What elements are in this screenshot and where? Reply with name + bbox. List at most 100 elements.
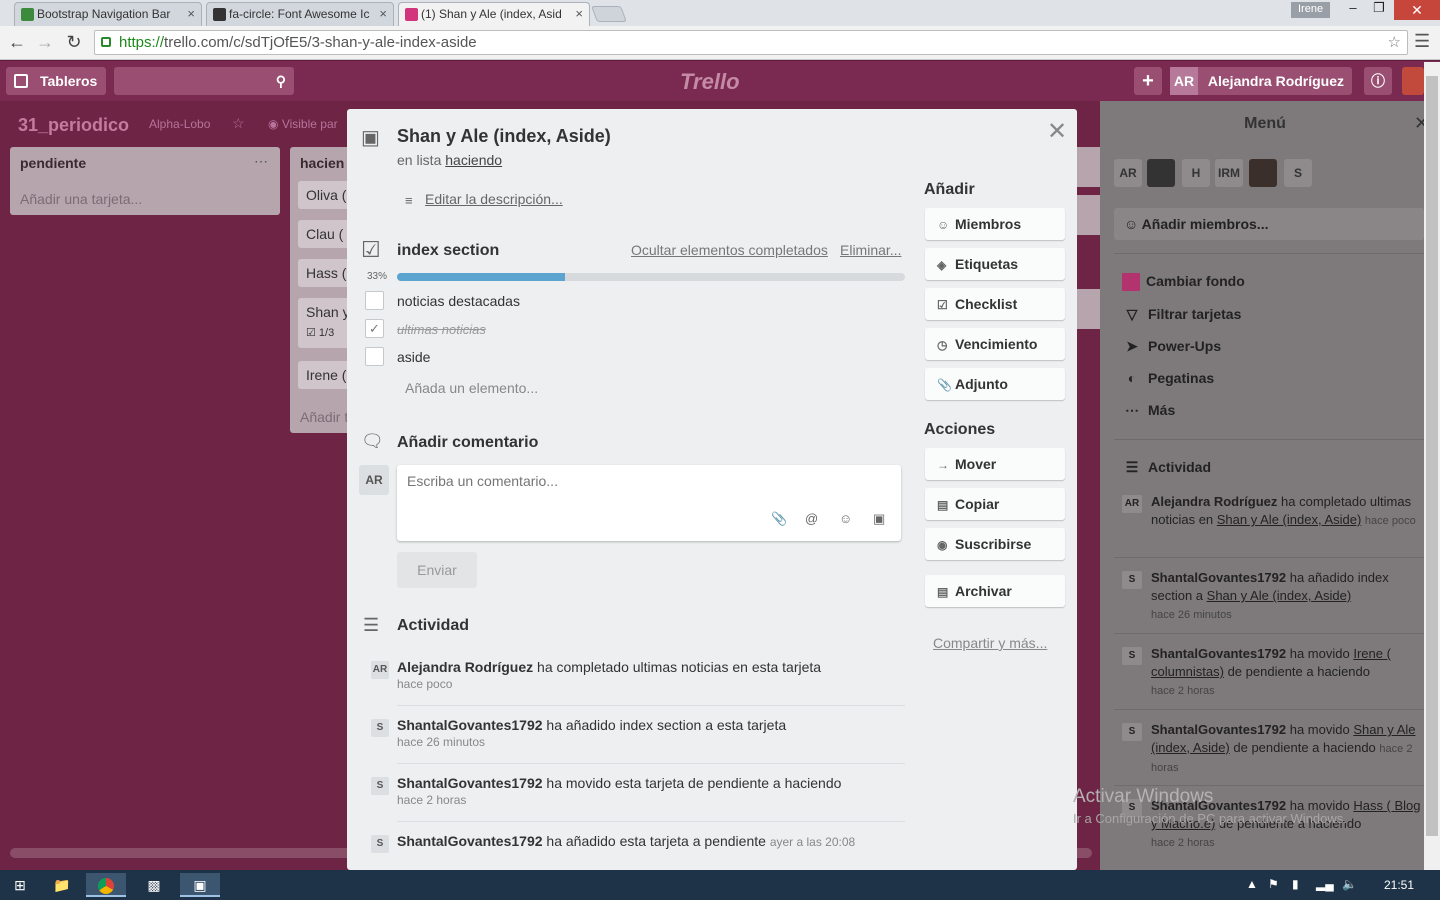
boards-button[interactable]: Tableros bbox=[6, 67, 106, 95]
member-avatar[interactable]: S bbox=[1284, 159, 1312, 187]
activity-entry: S ShantalGovantes1792 ha añadido index s… bbox=[1122, 569, 1422, 624]
minimize-button[interactable]: – bbox=[1340, 0, 1366, 20]
copy-button[interactable]: ▤ Copiar bbox=[925, 488, 1065, 520]
members-button[interactable]: ☺ Miembros bbox=[925, 208, 1065, 240]
user-menu-button[interactable]: AR Alejandra Rodríguez bbox=[1170, 67, 1352, 95]
windows-activation-note: Ir a Configuración de PC para activar Wi… bbox=[1073, 811, 1347, 826]
tray-expand-icon[interactable]: ▲ bbox=[1246, 877, 1258, 891]
tab-favicon bbox=[405, 8, 418, 21]
menu-power-ups[interactable]: ➤ Power-Ups bbox=[1122, 338, 1221, 355]
page-scrollbar[interactable] bbox=[1424, 62, 1440, 870]
tab-close-icon[interactable]: × bbox=[187, 6, 195, 21]
add-card-link[interactable]: Añadir t bbox=[300, 409, 348, 425]
comment-input[interactable] bbox=[407, 473, 887, 489]
checkbox-checked[interactable]: ✓ bbox=[365, 319, 384, 338]
forward-icon[interactable]: → bbox=[33, 30, 57, 54]
window-close-button[interactable]: ✕ bbox=[1394, 0, 1440, 20]
subscribe-button[interactable]: ◉ Suscribirse bbox=[925, 528, 1065, 560]
checkbox-unchecked[interactable] bbox=[365, 291, 384, 310]
archive-button[interactable]: ▤ Archivar bbox=[925, 575, 1065, 607]
hide-completed-link[interactable]: Ocultar elementos completados bbox=[631, 242, 828, 258]
filter-icon: ▽ bbox=[1126, 306, 1138, 322]
menu-change-background[interactable]: Cambiar fondo bbox=[1122, 273, 1245, 292]
browser-tab-3-active[interactable]: (1) Shan y Ale (index, Asid × bbox=[398, 2, 590, 26]
app-icon[interactable]: ▩ bbox=[134, 873, 174, 897]
info-icon[interactable]: ⓘ bbox=[1364, 67, 1392, 95]
labels-button[interactable]: ◈ Etiquetas bbox=[925, 248, 1065, 280]
volume-icon[interactable]: 🔈 bbox=[1342, 877, 1357, 891]
close-icon[interactable]: ✕ bbox=[1047, 117, 1067, 146]
checklist-item-completed[interactable]: ultimas noticias bbox=[397, 322, 486, 337]
edit-description-link[interactable]: Editar la descripción... bbox=[425, 191, 563, 207]
boards-icon bbox=[14, 74, 28, 88]
add-members-button[interactable]: ☺ Añadir miembros... bbox=[1114, 208, 1424, 240]
menu-stickers[interactable]: ◐ Pegatinas bbox=[1122, 370, 1214, 386]
checklist-item[interactable]: noticias destacadas bbox=[397, 293, 520, 309]
windows-start-icon[interactable]: ⊞ bbox=[0, 873, 40, 897]
move-button[interactable]: → Mover bbox=[925, 448, 1065, 480]
app-window-icon[interactable]: ▣ bbox=[180, 873, 220, 897]
browser-tab-1[interactable]: Bootstrap Navigation Bar × bbox=[14, 2, 202, 26]
card-link-icon[interactable]: ▣ bbox=[873, 511, 885, 527]
board-visibility[interactable]: ◉ Visible par bbox=[268, 117, 338, 131]
menu-filter-cards[interactable]: ▽ Filtrar tarjetas bbox=[1122, 306, 1242, 323]
menu-more[interactable]: ⋯ Más bbox=[1122, 402, 1175, 419]
window-user-badge[interactable]: Irene bbox=[1291, 2, 1331, 18]
list-menu-icon[interactable]: ⋯ bbox=[254, 153, 268, 170]
delete-checklist-link[interactable]: Eliminar... bbox=[840, 242, 901, 258]
divider bbox=[397, 763, 905, 764]
member-avatar[interactable]: IRM bbox=[1215, 159, 1243, 187]
add-card-link[interactable]: Añadir una tarjeta... bbox=[20, 191, 142, 207]
chrome-icon[interactable] bbox=[86, 873, 126, 897]
member-avatar[interactable]: AR bbox=[1114, 159, 1142, 187]
notifications-icon[interactable] bbox=[1402, 67, 1424, 95]
board-team[interactable]: Alpha-Lobo bbox=[149, 117, 210, 131]
chrome-menu-icon[interactable]: ☰ bbox=[1414, 31, 1430, 52]
emoji-icon[interactable]: ☺ bbox=[839, 511, 852, 526]
taskbar-clock[interactable]: 21:51 bbox=[1384, 878, 1414, 892]
add-icon[interactable]: + bbox=[1134, 67, 1162, 95]
file-explorer-icon[interactable]: 📁 bbox=[42, 873, 82, 897]
flag-icon[interactable]: ⚑ bbox=[1268, 877, 1279, 891]
address-bar[interactable]: https://trello.com/c/sdTjOfE5/3-shan-y-a… bbox=[94, 30, 1408, 55]
list-title[interactable]: hacien bbox=[300, 155, 344, 171]
trello-logo[interactable]: Trello bbox=[680, 69, 740, 95]
avatar[interactable]: AR bbox=[359, 465, 389, 495]
search-input[interactable]: ⚲ bbox=[114, 67, 294, 95]
list-link[interactable]: haciendo bbox=[445, 152, 502, 168]
send-button[interactable]: Enviar bbox=[397, 552, 477, 588]
checkbox-unchecked[interactable] bbox=[365, 347, 384, 366]
member-avatar[interactable]: H bbox=[1182, 159, 1210, 187]
browser-tab-2[interactable]: fa-circle: Font Awesome Ic × bbox=[206, 2, 394, 26]
new-tab-button[interactable] bbox=[591, 6, 627, 22]
tab-close-icon[interactable]: × bbox=[575, 6, 583, 21]
back-icon[interactable]: ← bbox=[5, 30, 29, 54]
paperclip-icon[interactable]: 📎 bbox=[771, 511, 787, 527]
reload-icon[interactable]: ↻ bbox=[62, 30, 86, 54]
checklist-item[interactable]: aside bbox=[397, 349, 430, 365]
member-avatar[interactable] bbox=[1249, 159, 1277, 187]
network-icon[interactable]: ▂▄ bbox=[1316, 877, 1334, 891]
board-name[interactable]: 31_periodico bbox=[18, 115, 129, 136]
divider bbox=[1114, 709, 1424, 710]
card-title[interactable]: Shan y Ale (index, Aside) bbox=[397, 126, 611, 147]
battery-icon[interactable]: ▮ bbox=[1292, 877, 1299, 891]
mention-icon[interactable]: @ bbox=[805, 511, 818, 526]
activity-link[interactable]: Shan y Ale (index, Aside) bbox=[1217, 512, 1362, 527]
activity-link[interactable]: Shan y Ale (index, Aside) bbox=[1207, 588, 1352, 603]
add-checklist-item[interactable]: Añada un elemento... bbox=[405, 380, 538, 396]
checklist-button[interactable]: ☑ Checklist bbox=[925, 288, 1065, 320]
maximize-button[interactable]: ❐ bbox=[1366, 0, 1392, 20]
share-more-link[interactable]: Compartir y más... bbox=[933, 635, 1047, 651]
bookmark-star-icon[interactable]: ☆ bbox=[1388, 33, 1401, 51]
checklist-title[interactable]: index section bbox=[397, 242, 499, 260]
member-avatar[interactable] bbox=[1147, 159, 1175, 187]
divider bbox=[1114, 633, 1424, 634]
tab-close-icon[interactable]: × bbox=[379, 6, 387, 21]
star-icon[interactable]: ☆ bbox=[232, 115, 245, 132]
attachment-button[interactable]: 📎 Adjunto bbox=[925, 368, 1065, 400]
scrollbar-thumb[interactable] bbox=[1426, 76, 1438, 836]
description-icon: ≡ bbox=[405, 193, 413, 208]
list-title[interactable]: pendiente bbox=[20, 155, 86, 171]
due-date-button[interactable]: ◷ Vencimiento bbox=[925, 328, 1065, 360]
